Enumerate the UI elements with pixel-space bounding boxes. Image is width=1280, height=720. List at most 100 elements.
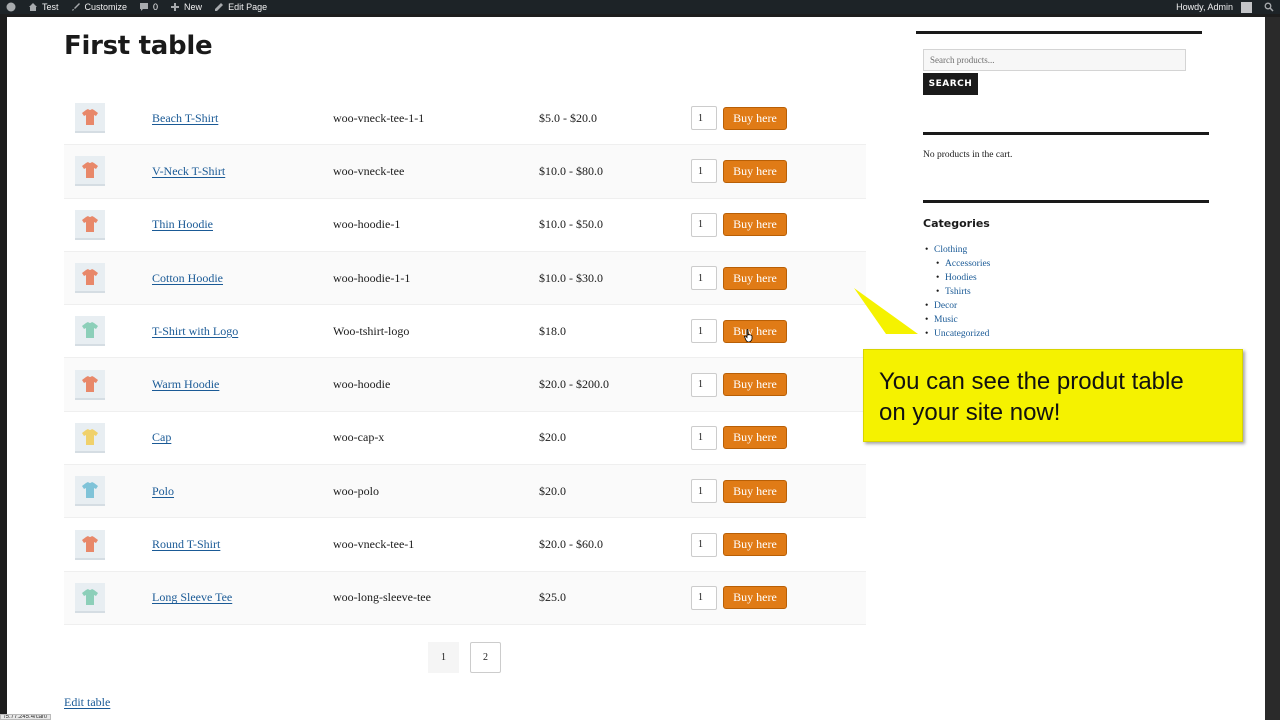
buy-here-button[interactable]: Buy here <box>723 426 787 450</box>
product-price: $10.0 - $50.0 <box>539 217 603 232</box>
callout-line-2: on your site now! <box>879 399 1061 426</box>
product-sku: woo-vneck-tee-1 <box>333 537 415 552</box>
edit-page-label: Edit Page <box>228 2 268 12</box>
product-name-link[interactable]: Polo <box>152 484 174 499</box>
new-content-link[interactable]: New <box>164 0 208 14</box>
product-thumbnail[interactable] <box>75 369 105 400</box>
product-search-input[interactable]: Search products... <box>923 49 1186 71</box>
table-row: Thin Hoodie woo-hoodie-1 $10.0 - $50.0 1 Buy… <box>64 199 866 252</box>
quantity-input[interactable]: 1 <box>691 585 717 610</box>
product-sku: woo-long-sleeve-tee <box>333 590 431 605</box>
product-table: Beach T-Shirt woo-vneck-tee-1-1 $5.0 - $20… <box>64 92 866 625</box>
quantity-input[interactable]: 1 <box>691 532 717 557</box>
product-thumbnail[interactable] <box>75 156 105 187</box>
shirt-icon <box>82 535 98 552</box>
shirt-icon <box>82 162 98 179</box>
buy-here-button[interactable]: Buy here <box>723 213 787 237</box>
wordpress-logo-icon[interactable] <box>0 0 22 14</box>
product-price: $25.0 <box>539 590 566 605</box>
hand-cursor-icon <box>744 329 753 342</box>
admin-search-button[interactable] <box>1258 0 1280 14</box>
quantity-input[interactable]: 1 <box>691 425 717 450</box>
product-price: $20.0 - $60.0 <box>539 537 603 552</box>
product-sku: woo-cap-x <box>333 430 385 445</box>
shirt-icon <box>82 109 98 126</box>
product-thumbnail[interactable] <box>75 476 105 507</box>
brush-icon <box>71 3 80 11</box>
comments-count: 0 <box>153 2 159 12</box>
buy-here-button[interactable]: Buy here <box>723 106 787 130</box>
callout-box: You can see the produt table on your sit… <box>863 349 1243 442</box>
edit-table-link[interactable]: Edit table <box>64 695 110 710</box>
product-thumbnail[interactable] <box>75 582 105 613</box>
sidebar-divider <box>916 31 1202 34</box>
product-thumbnail[interactable] <box>75 529 105 560</box>
customize-link[interactable]: Customize <box>65 0 134 14</box>
product-sku: woo-vneck-tee-1-1 <box>333 110 425 125</box>
buy-here-button[interactable]: Buy here <box>723 479 787 503</box>
product-name-link[interactable]: Thin Hoodie <box>152 217 213 232</box>
table-row: Polo woo-polo $20.0 1 Buy here <box>64 465 866 519</box>
category-link[interactable]: Accessories <box>923 259 990 273</box>
product-name-link[interactable]: Cotton Hoodie <box>152 271 223 286</box>
product-price: $10.0 - $30.0 <box>539 270 603 285</box>
category-link[interactable]: Uncategorized <box>923 329 990 343</box>
product-price: $10.0 - $80.0 <box>539 163 603 178</box>
avatar <box>1241 1 1252 13</box>
product-name-link[interactable]: V-Neck T-Shirt <box>152 164 225 179</box>
quantity-input[interactable]: 1 <box>691 106 717 131</box>
product-sku: Woo-tshirt-logo <box>333 323 410 338</box>
customize-label: Customize <box>84 2 128 12</box>
category-link[interactable]: Hoodies <box>923 273 990 287</box>
pagination: 1 2 <box>428 642 501 673</box>
buy-here-button[interactable]: Buy here <box>723 586 787 610</box>
product-sku: woo-hoodie-1 <box>333 217 401 232</box>
product-name-link[interactable]: Cap <box>152 430 171 445</box>
product-name-link[interactable]: Long Sleeve Tee <box>152 590 232 605</box>
quantity-input[interactable]: 1 <box>691 159 717 184</box>
product-name-link[interactable]: Round T-Shirt <box>152 537 220 552</box>
product-name-link[interactable]: T-Shirt with Logo <box>152 324 238 339</box>
product-thumbnail[interactable] <box>75 209 105 240</box>
category-link[interactable]: Decor <box>923 301 990 315</box>
shirt-icon <box>82 375 98 392</box>
page-link-2[interactable]: 2 <box>470 642 501 673</box>
quantity-input[interactable]: 1 <box>691 212 717 237</box>
categories-list: ClothingAccessoriesHoodiesTshirtsDecorMu… <box>923 245 990 343</box>
table-row: Round T-Shirt woo-vneck-tee-1 $20.0 - $60.… <box>64 518 866 572</box>
quantity-input[interactable]: 1 <box>691 319 717 344</box>
search-button[interactable]: SEARCH <box>923 73 978 95</box>
site-name-link[interactable]: Test <box>22 0 65 14</box>
product-thumbnail[interactable] <box>75 316 105 347</box>
buy-here-button[interactable]: Buy here <box>723 533 787 557</box>
comment-icon <box>140 3 149 11</box>
quantity-input[interactable]: 1 <box>691 479 717 504</box>
product-name-link[interactable]: Beach T-Shirt <box>152 111 218 126</box>
account-menu[interactable]: Howdy, Admin <box>1170 0 1258 14</box>
howdy-label: Howdy, Admin <box>1176 2 1233 12</box>
quantity-input[interactable]: 1 <box>691 372 717 397</box>
product-sku: woo-polo <box>333 483 379 498</box>
category-link[interactable]: Music <box>923 315 990 329</box>
buy-here-button[interactable]: Buy here <box>723 373 787 397</box>
table-row: Long Sleeve Tee woo-long-sleeve-tee $25.0 1… <box>64 571 866 625</box>
category-link[interactable]: Clothing <box>923 245 990 259</box>
buy-here-button[interactable]: Buy here <box>723 159 787 183</box>
product-thumbnail[interactable] <box>75 103 105 134</box>
callout-line-1: You can see the produt table <box>879 368 1184 395</box>
shirt-icon <box>82 482 98 499</box>
comments-link[interactable]: 0 <box>133 0 164 14</box>
product-thumbnail[interactable] <box>75 263 105 294</box>
product-price: $20.0 <box>539 430 566 445</box>
quantity-input[interactable]: 1 <box>691 266 717 291</box>
product-name-link[interactable]: Warm Hoodie <box>152 377 219 392</box>
product-sku: woo-hoodie-1-1 <box>333 270 411 285</box>
buy-here-button[interactable]: Buy here <box>723 266 787 290</box>
product-thumbnail[interactable] <box>75 422 105 453</box>
edit-page-link[interactable]: Edit Page <box>208 0 273 14</box>
sidebar-divider <box>923 200 1209 203</box>
buy-here-button[interactable]: Buy here <box>723 319 787 343</box>
scrollbar[interactable] <box>1265 17 1280 720</box>
category-link[interactable]: Tshirts <box>923 287 990 301</box>
product-price: $5.0 - $20.0 <box>539 110 597 125</box>
